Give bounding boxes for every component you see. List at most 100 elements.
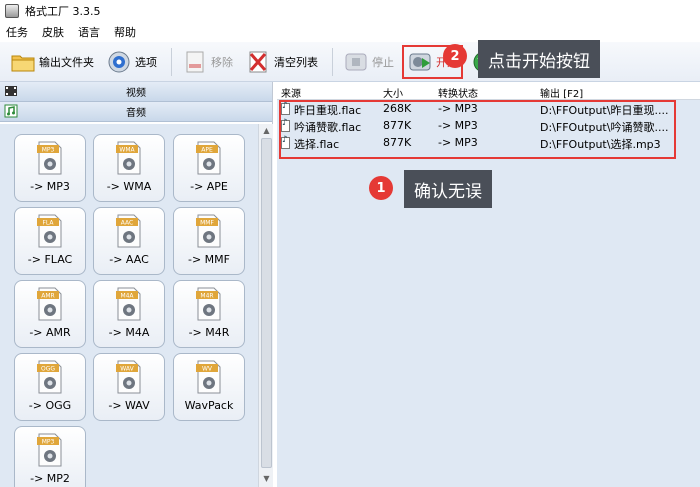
file-status: -> MP3 bbox=[438, 119, 478, 132]
menu-bar: 任务 皮肤 语言 帮助 bbox=[0, 22, 700, 42]
svg-text:FLA: FLA bbox=[42, 220, 54, 227]
start-icon bbox=[407, 49, 433, 75]
folder-icon bbox=[10, 49, 36, 75]
format-sidebar: 视频 音频 MP3 -> MP3 WMA -> WMA APE -> APE F… bbox=[0, 82, 273, 487]
format-label: -> AMR bbox=[29, 326, 71, 339]
options-label: 选项 bbox=[135, 55, 157, 69]
format-label: -> WAV bbox=[108, 399, 150, 412]
column-output[interactable]: 输出 [F2] bbox=[540, 85, 583, 100]
clear-list-button[interactable]: 清空列表 bbox=[241, 45, 322, 79]
format-amr-button[interactable]: AMR -> AMR bbox=[14, 280, 86, 348]
file-output: D:\FFOutput\吟诵赞歌.... bbox=[540, 121, 669, 134]
wavpack-file-icon: WV bbox=[195, 360, 223, 394]
audio-file-icon bbox=[281, 135, 290, 149]
stop-label: 停止 bbox=[372, 55, 394, 69]
clear-list-label: 清空列表 bbox=[274, 55, 318, 69]
step2-callout: 点击开始按钮 bbox=[478, 40, 600, 78]
menu-item-task[interactable]: 任务 bbox=[6, 24, 28, 40]
audio-format-grid: MP3 -> MP3 WMA -> WMA APE -> APE FLA -> … bbox=[0, 124, 258, 487]
file-output: D:\FFOutput\选择.mp3 bbox=[540, 138, 661, 151]
file-output: D:\FFOutput\昨日重现.... bbox=[540, 104, 669, 117]
format-mp3-button[interactable]: MP3 -> MP3 bbox=[14, 134, 86, 202]
scroll-up-arrow-icon[interactable]: ▲ bbox=[262, 126, 271, 135]
format-label: -> MMF bbox=[188, 253, 230, 266]
format-m4a-button[interactable]: M4A -> M4A bbox=[93, 280, 165, 348]
format-mmf-button[interactable]: MMF -> MMF bbox=[173, 207, 245, 275]
column-size[interactable]: 大小 bbox=[383, 85, 403, 100]
format-label: WavPack bbox=[184, 399, 234, 412]
file-list-panel: 来源 大小 转换状态 输出 [F2] 昨日重现.flac 268K -> MP3… bbox=[277, 82, 700, 487]
format-wavpack-button[interactable]: WV WavPack bbox=[173, 353, 245, 421]
format-wav-button[interactable]: WAV -> WAV bbox=[93, 353, 165, 421]
file-status: -> MP3 bbox=[438, 102, 478, 115]
app-icon bbox=[5, 4, 19, 18]
category-audio-label: 音频 bbox=[126, 108, 146, 119]
file-size: 877K bbox=[383, 136, 412, 149]
remove-button[interactable]: 移除 bbox=[178, 45, 237, 79]
menu-item-language[interactable]: 语言 bbox=[78, 24, 100, 40]
mmf-file-icon: MMF bbox=[195, 214, 223, 248]
file-size: 877K bbox=[383, 119, 412, 132]
flac-file-icon: FLA bbox=[36, 214, 64, 248]
window-title: 格式工厂 3.3.5 bbox=[25, 5, 101, 18]
format-ogg-button[interactable]: OGG -> OGG bbox=[14, 353, 86, 421]
format-label: -> M4R bbox=[188, 326, 230, 339]
svg-text:AAC: AAC bbox=[121, 220, 133, 227]
scroll-down-arrow-icon[interactable]: ▼ bbox=[262, 474, 271, 483]
format-aac-button[interactable]: AAC -> AAC bbox=[93, 207, 165, 275]
stop-button[interactable]: 停止 bbox=[339, 45, 398, 79]
format-label: -> FLAC bbox=[27, 253, 73, 266]
output-folder-label: 输出文件夹 bbox=[39, 55, 94, 69]
menu-item-skin[interactable]: 皮肤 bbox=[42, 24, 64, 40]
toolbar-separator bbox=[332, 47, 333, 76]
category-audio[interactable]: 音频 bbox=[0, 102, 272, 122]
format-label: -> AAC bbox=[109, 253, 149, 266]
format-m4r-button[interactable]: M4R -> M4R bbox=[173, 280, 245, 348]
file-name: 选择.flac bbox=[294, 138, 340, 151]
menu-item-help[interactable]: 帮助 bbox=[114, 24, 136, 40]
file-size: 268K bbox=[383, 102, 412, 115]
svg-text:APE: APE bbox=[201, 147, 213, 154]
format-label: -> APE bbox=[190, 180, 228, 193]
svg-text:OGG: OGG bbox=[41, 366, 55, 373]
column-source[interactable]: 来源 bbox=[281, 85, 301, 100]
gear-icon bbox=[106, 49, 132, 75]
svg-text:WV: WV bbox=[202, 366, 213, 373]
ape-file-icon: APE bbox=[195, 141, 223, 175]
file-row[interactable]: 昨日重现.flac 268K -> MP3 D:\FFOutput\昨日重现..… bbox=[281, 101, 677, 118]
svg-text:M4A: M4A bbox=[120, 293, 134, 300]
mp2-file-icon: MP3 bbox=[36, 433, 64, 467]
audio-file-icon bbox=[281, 101, 290, 115]
step1-badge: 1 bbox=[369, 176, 393, 200]
file-row[interactable]: 选择.flac 877K -> MP3 D:\FFOutput\选择.mp3 bbox=[281, 135, 677, 152]
output-folder-button[interactable]: 输出文件夹 bbox=[6, 45, 98, 79]
clear-list-icon bbox=[245, 49, 271, 75]
svg-text:WAV: WAV bbox=[120, 366, 134, 373]
music-note-icon bbox=[4, 104, 18, 118]
format-label: -> M4A bbox=[108, 326, 150, 339]
toolbar-separator bbox=[171, 47, 172, 76]
category-video[interactable]: 视频 bbox=[0, 82, 272, 102]
svg-text:M4R: M4R bbox=[200, 293, 213, 300]
step2-number: 2 bbox=[450, 48, 460, 64]
step1-number: 1 bbox=[376, 180, 386, 196]
amr-file-icon: AMR bbox=[36, 287, 64, 321]
options-button[interactable]: 选项 bbox=[102, 45, 161, 79]
format-mp2-button[interactable]: MP3 -> MP2 bbox=[14, 426, 86, 487]
file-name: 昨日重现.flac bbox=[294, 104, 362, 117]
column-status[interactable]: 转换状态 bbox=[438, 85, 478, 100]
file-list-header: 来源 大小 转换状态 输出 [F2] bbox=[277, 82, 700, 100]
svg-text:MP3: MP3 bbox=[42, 147, 55, 154]
format-wma-button[interactable]: WMA -> WMA bbox=[93, 134, 165, 202]
step2-badge: 2 bbox=[443, 44, 467, 68]
scrollbar-thumb[interactable] bbox=[261, 138, 272, 468]
step1-text: 确认无误 bbox=[414, 181, 482, 202]
file-row[interactable]: 吟诵赞歌.flac 877K -> MP3 D:\FFOutput\吟诵赞歌..… bbox=[281, 118, 677, 135]
file-status: -> MP3 bbox=[438, 136, 478, 149]
format-flac-button[interactable]: FLA -> FLAC bbox=[14, 207, 86, 275]
format-ape-button[interactable]: APE -> APE bbox=[173, 134, 245, 202]
film-icon bbox=[5, 86, 17, 96]
step2-text: 点击开始按钮 bbox=[488, 51, 590, 72]
sidebar-scrollbar[interactable]: ▲ ▼ bbox=[258, 124, 273, 487]
svg-text:MMF: MMF bbox=[200, 220, 214, 227]
